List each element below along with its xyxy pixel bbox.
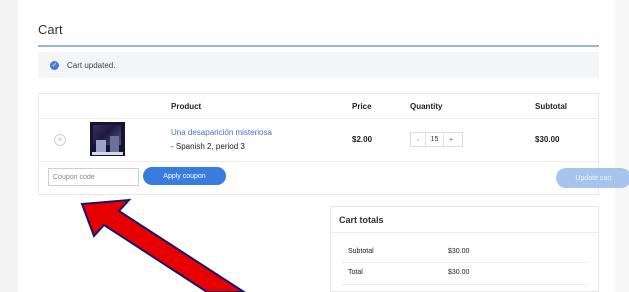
totals-total-label: Total [348, 269, 363, 276]
quantity-input[interactable]: 15 [425, 133, 444, 146]
row-divider [39, 161, 598, 162]
totals-row-divider [341, 284, 589, 285]
quantity-decrease-button[interactable]: - [411, 135, 425, 144]
cart-totals-panel: Cart totals Subtotal $30.00 Total $30.00 [330, 206, 599, 292]
coupon-code-input[interactable] [48, 168, 139, 186]
quantity-increase-button[interactable]: + [444, 135, 458, 144]
column-header-product: Product [171, 102, 202, 111]
totals-subtotal-label: Subtotal [348, 248, 374, 255]
check-circle-icon: ✓ [50, 60, 59, 70]
apply-coupon-button[interactable]: Apply coupon [143, 167, 226, 185]
column-header-price: Price [352, 102, 372, 111]
page-title: Cart [38, 22, 63, 37]
product-variant: - Spanish 2, period 3 [171, 142, 245, 151]
totals-subtotal-value: $30.00 [448, 248, 470, 255]
item-price: $2.00 [352, 135, 373, 144]
product-name-link[interactable]: Una desaparición misteriosa [171, 128, 272, 137]
product-thumbnail[interactable] [90, 122, 125, 156]
right-margin [615, 0, 629, 292]
quantity-stepper[interactable]: - 15 + [410, 132, 463, 147]
left-margin [0, 0, 18, 292]
header-divider [39, 118, 598, 119]
remove-item-button[interactable]: × [54, 134, 66, 146]
item-subtotal: $30.00 [535, 135, 560, 144]
column-header-subtotal: Subtotal [535, 102, 567, 111]
cart-totals-title: Cart totals [339, 215, 384, 225]
title-divider [38, 45, 599, 47]
totals-total-value: $30.00 [448, 269, 470, 276]
column-header-quantity: Quantity [410, 102, 443, 111]
cart-table: Product Price Quantity Subtotal × Una de… [38, 93, 629, 195]
totals-row-divider [341, 262, 589, 263]
update-cart-button[interactable]: Update cart [556, 168, 629, 188]
cart-updated-notice: ✓ Cart updated. [38, 52, 599, 78]
totals-divider [331, 232, 598, 233]
thumbnail-shape [92, 152, 123, 155]
notice-text: Cart updated. [67, 60, 116, 70]
